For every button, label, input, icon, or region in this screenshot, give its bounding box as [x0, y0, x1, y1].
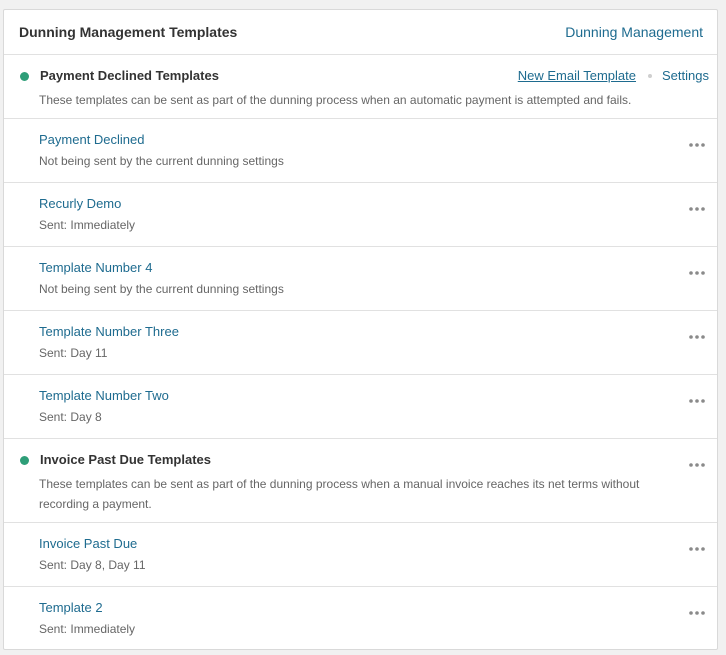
template-row: Template 2 Sent: Immediately: [4, 587, 717, 649]
group-description: These templates can be sent as part of t…: [39, 477, 640, 511]
group-title: Invoice Past Due Templates: [40, 452, 211, 467]
more-options-icon[interactable]: [688, 459, 706, 471]
template-status: Sent: Day 8, Day 11: [39, 558, 146, 572]
template-name-link[interactable]: Template 2: [39, 600, 103, 615]
template-row: Template Number 4 Not being sent by the …: [4, 247, 717, 311]
settings-link[interactable]: Settings: [662, 68, 709, 83]
template-status: Sent: Immediately: [39, 218, 136, 232]
more-options-icon[interactable]: [688, 607, 706, 619]
template-name-link[interactable]: Template Number Two: [39, 388, 169, 403]
more-options-icon[interactable]: [688, 139, 706, 151]
template-status: Sent: Immediately: [39, 622, 136, 636]
template-name-link[interactable]: Recurly Demo: [39, 196, 121, 211]
more-options-icon[interactable]: [688, 203, 706, 215]
card-header: Dunning Management Templates Dunning Man…: [4, 10, 717, 55]
status-dot-icon: [20, 456, 29, 465]
template-row: Template Number Two Sent: Day 8: [4, 375, 717, 439]
group-header-invoice-past-due: Invoice Past Due Templates These templat…: [4, 439, 717, 523]
more-options-icon[interactable]: [688, 395, 706, 407]
more-options-icon[interactable]: [688, 331, 706, 343]
more-options-icon[interactable]: [688, 543, 706, 555]
status-dot-icon: [20, 72, 29, 81]
template-name-link[interactable]: Template Number Three: [39, 324, 179, 339]
page-title: Dunning Management Templates: [19, 24, 238, 40]
dunning-management-link[interactable]: Dunning Management: [565, 24, 703, 40]
dunning-templates-card: Dunning Management Templates Dunning Man…: [3, 9, 718, 650]
template-status: Not being sent by the current dunning se…: [39, 282, 284, 296]
template-status: Sent: Day 8: [39, 410, 102, 424]
template-name-link[interactable]: Payment Declined: [39, 132, 145, 147]
template-name-link[interactable]: Invoice Past Due: [39, 536, 137, 551]
template-status: Not being sent by the current dunning se…: [39, 154, 284, 168]
group-title: Payment Declined Templates: [40, 68, 219, 83]
template-row: Template Number Three Sent: Day 11: [4, 311, 717, 375]
group-description: These templates can be sent as part of t…: [39, 93, 632, 107]
new-email-template-link[interactable]: New Email Template: [518, 68, 636, 83]
template-row: Payment Declined Not being sent by the c…: [4, 119, 717, 183]
template-row: Recurly Demo Sent: Immediately: [4, 183, 717, 247]
separator-dot: [648, 73, 653, 78]
group-actions: New Email Template Settings: [518, 68, 709, 83]
group-header-payment-declined: Payment Declined Templates New Email Tem…: [4, 55, 717, 119]
more-options-icon[interactable]: [688, 267, 706, 279]
template-name-link[interactable]: Template Number 4: [39, 260, 152, 275]
template-row: Invoice Past Due Sent: Day 8, Day 11: [4, 523, 717, 587]
template-status: Sent: Day 11: [39, 346, 108, 360]
